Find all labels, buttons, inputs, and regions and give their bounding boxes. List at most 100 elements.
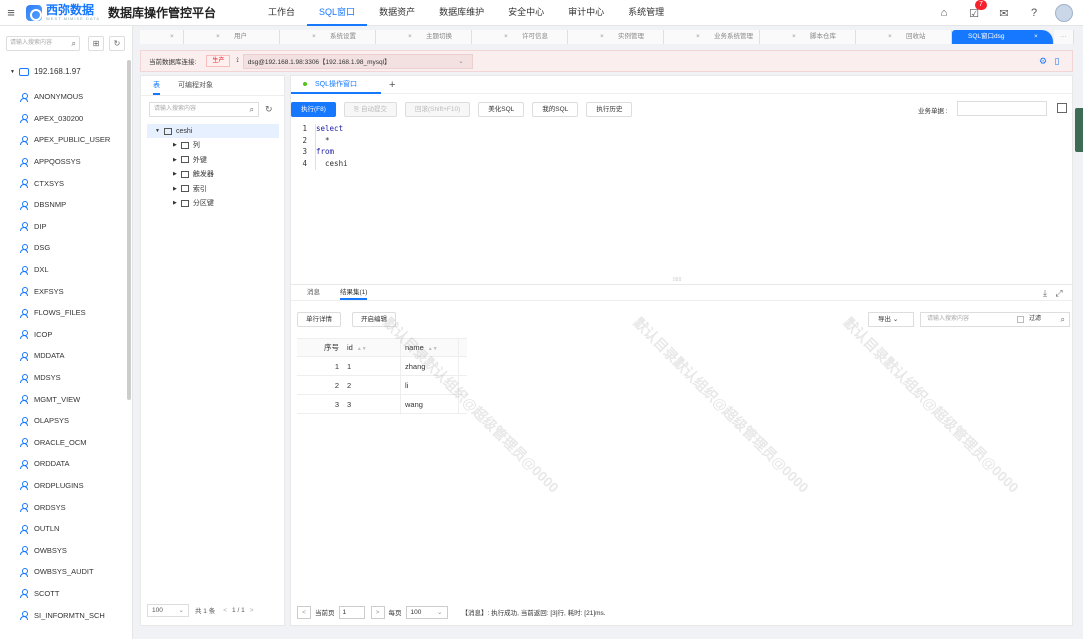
single-row-detail-button[interactable]: 单行详情 [297,312,341,327]
menu-icon[interactable]: ≡ [0,5,22,20]
tree-node-foreign-keys[interactable]: ▶ 外键 [147,153,279,168]
tab-sql-operation-window[interactable]: SQL操作窗口 [291,76,381,94]
nav-workbench[interactable]: 工作台 [256,0,307,26]
tree-root-node[interactable]: ▼ 192.168.1.97 [10,67,81,76]
biz-doc-input[interactable] [957,101,1047,116]
beautify-sql-button[interactable]: 美化SQL [478,101,525,117]
close-icon[interactable]: × [408,30,412,44]
list-item[interactable]: OLAPSYS [20,410,110,432]
tab-script-repo[interactable]: × 脚本仓库 [760,30,856,44]
close-icon[interactable]: × [504,30,508,44]
per-page-select[interactable]: 100 ⌄ [405,605,448,619]
close-icon[interactable]: × [792,30,796,44]
list-item[interactable]: ANONYMOUS [20,86,110,108]
list-item[interactable]: OWBSYS [20,539,110,561]
list-item[interactable]: DSG [20,237,110,259]
object-search-input[interactable]: 请输入搜索内容 ⌕ [149,102,259,117]
grid-view-icon[interactable]: ⊞ [88,36,104,51]
table-node-ceshi[interactable]: ▼ ceshi [147,124,279,138]
search-icon[interactable]: ⌕ [250,103,254,116]
nav-sql-window[interactable]: SQL窗口 [307,0,368,26]
list-item[interactable]: FLOWS_FILES [20,302,110,324]
page-size-select[interactable]: 100 ⌄ [147,603,189,617]
autocommit-button[interactable]: ⎘ 自动提交 [343,101,397,117]
list-item[interactable]: APPQOSSYS [20,151,110,173]
list-item[interactable]: ICOP [20,324,110,346]
avatar[interactable] [1055,4,1073,22]
caret-down-icon[interactable]: ▼ [155,128,160,134]
run-button[interactable]: 执行(F8) [291,101,336,117]
close-icon[interactable]: × [312,30,316,44]
caret-right-icon[interactable]: ▶ [173,142,177,148]
tab-sql-window-dsg[interactable]: × SQL窗口dsg [952,30,1054,44]
caret-down-icon[interactable]: ▼ [10,69,15,75]
search-icon[interactable]: ⌕ [1061,313,1065,326]
filter-checkbox[interactable] [1017,316,1024,323]
current-page-input[interactable]: 1 [338,605,365,619]
close-icon[interactable]: × [1034,30,1038,44]
fullscreen-icon[interactable]: ⤢ [1052,288,1066,299]
bookmark-icon[interactable]: ▯ [1050,56,1064,67]
tab-programmable-objects[interactable]: 可编程对象 [178,76,213,95]
list-item[interactable]: EXFSYS [20,280,110,302]
tab-users[interactable]: × 用户 [184,30,280,44]
tab-recycle-bin[interactable]: × 回收站 [856,30,952,44]
search-icon[interactable]: ⌕ [72,37,76,50]
download-icon[interactable]: ⤓ [1038,288,1052,299]
tree-node-columns[interactable]: ▶ 列 [147,138,279,153]
tab-instance-management[interactable]: × 实例管理 [568,30,664,44]
list-item[interactable]: ORDDATA [20,453,110,475]
caret-right-icon[interactable]: ▶ [173,200,177,206]
list-item[interactable]: SI_INFORMTN_SCH [20,604,110,626]
tab-system-settings[interactable]: × 系统设置 [280,30,376,44]
resize-handle[interactable]: ⁞⁞⁞⁞⁞⁞ [673,278,693,283]
caret-right-icon[interactable]: ▶ [173,171,177,177]
list-item[interactable]: DXL [20,259,110,281]
caret-right-icon[interactable]: ▶ [173,157,177,163]
side-drawer-handle[interactable] [1075,108,1083,152]
table-row[interactable]: 3 3 wang [297,394,467,414]
close-icon[interactable]: × [888,30,892,44]
add-tab-button[interactable]: + [389,79,395,91]
next-page-icon[interactable]: > [250,607,254,614]
list-item[interactable]: CTXSYS [20,172,110,194]
refresh-icon[interactable]: ↻ [265,104,273,115]
list-item[interactable]: MDDATA [20,345,110,367]
list-item[interactable]: DIP [20,216,110,238]
prev-page-button[interactable]: < [297,605,311,619]
list-item[interactable]: OWBSYS_AUDIT [20,561,110,583]
help-icon[interactable]: ? [1019,4,1049,22]
sort-icon[interactable]: ▲▼ [357,346,367,352]
tab-blank[interactable]: × [140,30,184,44]
close-icon[interactable]: × [216,30,220,44]
tab-theme[interactable]: × 主题切换 [376,30,472,44]
nav-security-center[interactable]: 安全中心 [496,0,556,26]
connection-select[interactable]: dsg@192.168.1.98:3306【192.168.1.98_mysql… [242,53,473,69]
rollback-button[interactable]: 回滚(Shift+F10) [404,101,471,117]
task-icon[interactable]: ☑ 7 [959,0,989,22]
tabs-more-button[interactable]: ··· [1054,30,1074,44]
nav-system-management[interactable]: 系统管理 [616,0,676,26]
export-button[interactable]: 导出 ⌄ [868,312,914,327]
list-item[interactable]: MGMT_VIEW [20,388,110,410]
left-search-input[interactable]: 请输入搜索内容 ⌕ [6,36,80,51]
tab-license[interactable]: × 许可信息 [472,30,568,44]
tab-result-set[interactable]: 结果集(1) [340,285,368,300]
caret-right-icon[interactable]: ▶ [173,186,177,192]
list-item[interactable]: OUTLN [20,518,110,540]
list-item[interactable]: ORDPLUGINS [20,475,110,497]
my-sql-button[interactable]: 我的SQL [532,101,579,117]
message-icon[interactable]: ✉ [989,4,1019,22]
settings-icon[interactable]: ⚙ [1036,56,1050,67]
refresh-icon[interactable]: ↻ [109,36,125,51]
list-item[interactable]: APEX_030200 [20,108,110,130]
left-scrollbar[interactable] [127,60,131,400]
list-item[interactable]: APEX_PUBLIC_USER [20,129,110,151]
nav-db-maintenance[interactable]: 数据库维护 [427,0,496,26]
list-item[interactable]: MDSYS [20,367,110,389]
code-editor[interactable]: 1 2 3 4 select * from ceshi [291,124,1066,279]
result-search-input[interactable]: 请输入搜索内容 过滤 ⌕ [920,312,1070,327]
tree-node-indexes[interactable]: ▶ 索引 [147,182,279,197]
next-page-button[interactable]: > [370,605,385,619]
tab-messages[interactable]: 消息 [307,285,320,300]
